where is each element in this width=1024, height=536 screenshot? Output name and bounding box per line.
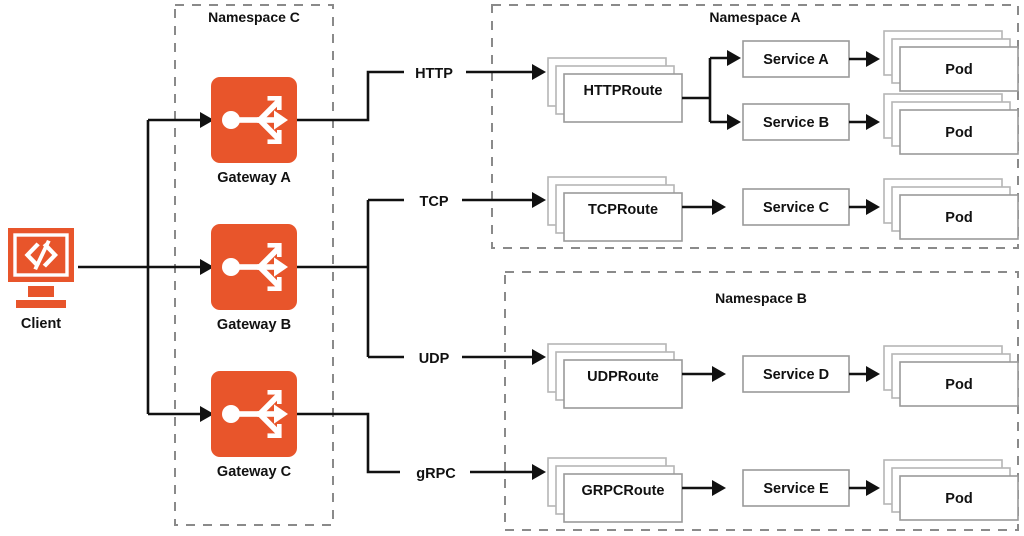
gateway-b-to-protocols-connector bbox=[297, 198, 404, 359]
pod-a-node[interactable]: Pod bbox=[883, 30, 1019, 92]
service-b-to-pod-connector bbox=[849, 114, 880, 130]
tcproute-to-service-c-connector bbox=[682, 199, 726, 215]
arrowhead-grpcroute-to-service-e bbox=[712, 480, 726, 496]
grpcroute-label: GRPCRoute bbox=[582, 483, 665, 499]
grpcroute-node[interactable]: GRPCRoute bbox=[547, 457, 683, 523]
client-to-gateways-connector bbox=[78, 112, 214, 422]
gateway-c-label: Gateway C bbox=[217, 464, 292, 480]
gateway-b-label: Gateway B bbox=[217, 317, 291, 333]
udproute-to-service-d-connector bbox=[682, 366, 726, 382]
service-a-label: Service A bbox=[763, 52, 829, 68]
gateway-a-node[interactable]: Gateway A bbox=[211, 77, 297, 186]
service-a-node[interactable]: Service A bbox=[742, 40, 850, 78]
gateway-b-node[interactable]: Gateway B bbox=[211, 224, 297, 333]
service-d-label: Service D bbox=[763, 367, 829, 383]
gateway-a-to-http-connector bbox=[297, 70, 404, 122]
pod-d-label: Pod bbox=[945, 377, 972, 393]
service-b-label: Service B bbox=[763, 115, 829, 131]
gateway-api-diagram: Namespace C Namespace A Namespace B Clie… bbox=[0, 0, 1024, 536]
arrowhead-service-a-to-pod bbox=[866, 51, 880, 67]
gateway-c-node[interactable]: Gateway C bbox=[211, 371, 297, 480]
grpc-to-grpcroute-connector bbox=[470, 464, 546, 480]
http-to-httproute-connector bbox=[466, 64, 546, 80]
arrowhead-httproute-to-service-b bbox=[727, 114, 741, 130]
client-stand-neck bbox=[28, 286, 54, 297]
arrowhead-udproute-to-service-d bbox=[712, 366, 726, 382]
pod-d-node[interactable]: Pod bbox=[883, 345, 1019, 407]
arrowhead-udp-to-udproute bbox=[532, 349, 546, 365]
service-c-node[interactable]: Service C bbox=[742, 188, 850, 226]
httproute-to-services-connector bbox=[682, 50, 741, 130]
pod-c-node[interactable]: Pod bbox=[883, 178, 1019, 240]
service-e-node[interactable]: Service E bbox=[742, 469, 850, 507]
arrowhead-service-e-to-pod bbox=[866, 480, 880, 496]
tcproute-node[interactable]: TCPRoute bbox=[547, 176, 683, 242]
arrowhead-service-c-to-pod bbox=[866, 199, 880, 215]
protocol-label-udp: UDP bbox=[419, 351, 450, 367]
client-label: Client bbox=[21, 316, 61, 332]
gateway-c-to-grpc-connector bbox=[297, 412, 400, 474]
pod-c-label: Pod bbox=[945, 210, 972, 226]
udproute-node[interactable]: UDPRoute bbox=[547, 343, 683, 409]
pod-e-node[interactable]: Pod bbox=[883, 459, 1019, 521]
protocol-label-http: HTTP bbox=[415, 66, 453, 82]
service-e-label: Service E bbox=[763, 481, 829, 497]
service-e-to-pod-connector bbox=[849, 480, 880, 496]
arrowhead-http-to-httproute bbox=[532, 64, 546, 80]
udproute-label: UDPRoute bbox=[587, 369, 659, 385]
pod-a-label: Pod bbox=[945, 62, 972, 78]
namespace-c-title: Namespace C bbox=[208, 9, 300, 25]
arrowhead-httproute-to-service-a bbox=[727, 50, 741, 66]
namespace-b-title: Namespace B bbox=[715, 290, 807, 306]
grpcroute-to-service-e-connector bbox=[682, 480, 726, 496]
namespace-a-title: Namespace A bbox=[709, 9, 800, 25]
tcproute-label: TCPRoute bbox=[588, 202, 658, 218]
protocol-label-grpc: gRPC bbox=[416, 466, 456, 482]
arrowhead-service-d-to-pod bbox=[866, 366, 880, 382]
arrowhead-grpc-to-grpcroute bbox=[532, 464, 546, 480]
client-node[interactable]: Client bbox=[8, 228, 74, 332]
service-c-label: Service C bbox=[763, 200, 830, 216]
httproute-node[interactable]: HTTPRoute bbox=[547, 57, 683, 123]
arrowhead-tcp-to-tcproute bbox=[532, 192, 546, 208]
service-a-to-pod-connector bbox=[849, 51, 880, 67]
protocol-label-tcp: TCP bbox=[420, 194, 449, 210]
httproute-label: HTTPRoute bbox=[584, 83, 663, 99]
service-c-to-pod-connector bbox=[849, 199, 880, 215]
arrowhead-service-b-to-pod bbox=[866, 114, 880, 130]
service-b-node[interactable]: Service B bbox=[742, 103, 850, 141]
client-stand-base bbox=[16, 300, 66, 308]
pod-b-label: Pod bbox=[945, 125, 972, 141]
service-d-node[interactable]: Service D bbox=[742, 355, 850, 393]
tcp-to-tcproute-connector bbox=[462, 192, 546, 208]
arrowhead-tcproute-to-service-c bbox=[712, 199, 726, 215]
pod-e-label: Pod bbox=[945, 491, 972, 507]
pod-b-node[interactable]: Pod bbox=[883, 93, 1019, 155]
service-d-to-pod-connector bbox=[849, 366, 880, 382]
gateway-a-label: Gateway A bbox=[217, 170, 291, 186]
